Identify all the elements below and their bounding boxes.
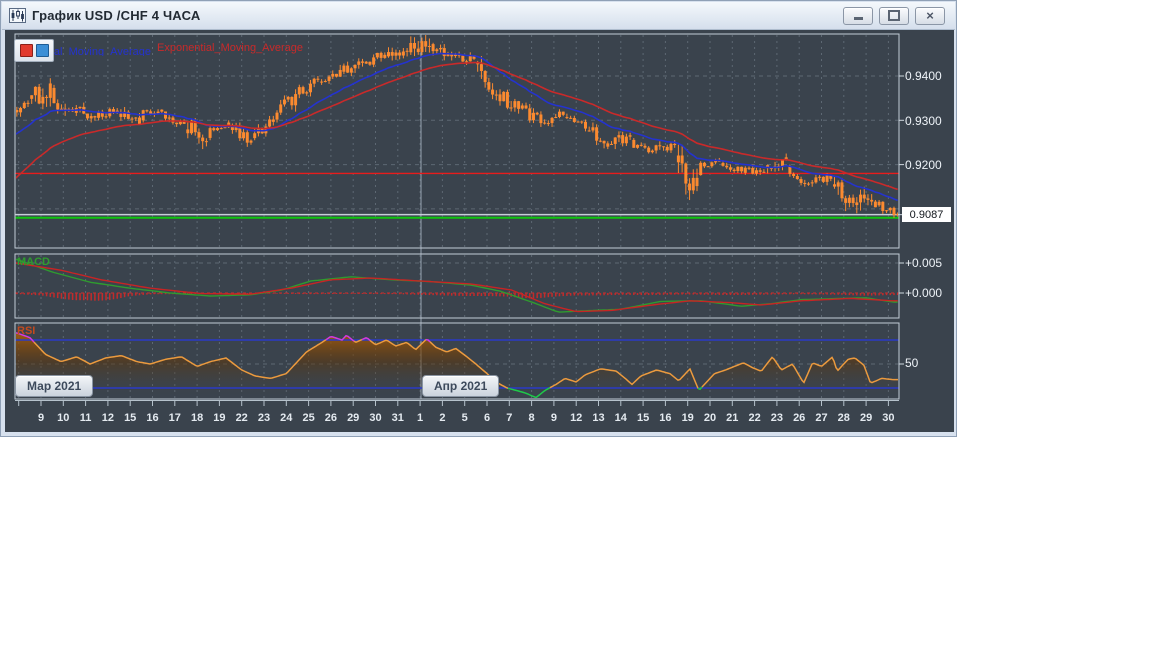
date-label: 13 xyxy=(592,412,605,424)
rsi-tick-50: 50 xyxy=(905,356,919,370)
restore-icon xyxy=(888,10,900,21)
date-label: 30 xyxy=(369,412,382,424)
chart-client-area xyxy=(5,29,954,432)
date-label: 2 xyxy=(439,412,446,424)
date-label: 20 xyxy=(703,412,717,424)
date-label: 12 xyxy=(101,412,115,424)
date-label: 9 xyxy=(37,412,45,424)
indicator-red-chip[interactable] xyxy=(19,44,33,57)
date-label: 14 xyxy=(614,412,627,424)
macd-tick-0000: +0.000 xyxy=(905,286,943,300)
date-label: 24 xyxy=(280,412,293,424)
legend-ema-blue: Exponential_Moving_Average xyxy=(51,46,151,56)
close-button[interactable]: × xyxy=(915,6,945,25)
date-label: 23 xyxy=(770,412,784,424)
date-label: 19 xyxy=(681,412,694,424)
date-label: 21 xyxy=(726,412,739,424)
date-label: 6 xyxy=(483,412,491,424)
date-label: 29 xyxy=(859,412,873,424)
date-label: 17 xyxy=(168,412,181,424)
date-label: 23 xyxy=(257,412,271,424)
indicator-buttons[interactable] xyxy=(14,39,54,62)
date-label: 5 xyxy=(461,412,468,424)
date-label: 1 xyxy=(417,412,424,424)
legend-ema-blue-wrap: Exponential_Moving_Average xyxy=(51,42,154,56)
date-label: 29 xyxy=(347,412,360,424)
candlestick-chart-icon xyxy=(9,8,26,23)
date-label: 26 xyxy=(324,412,338,424)
date-label: 28 xyxy=(837,412,850,424)
chart-window: График USD /CHF 4 ЧАСА × Exponential_Mov… xyxy=(0,0,957,437)
price-tick-09400: 0.9400 xyxy=(905,69,942,83)
date-label: 7 xyxy=(506,412,513,424)
date-label: 15 xyxy=(124,412,137,424)
date-label: 19 xyxy=(213,412,226,424)
macd-tick-0005: +0.005 xyxy=(905,256,943,270)
macd-label: MACD xyxy=(17,256,50,268)
rsi-label: RSI xyxy=(17,325,36,337)
date-label: 8 xyxy=(528,412,535,424)
date-label: 12 xyxy=(570,412,583,424)
date-label: 25 xyxy=(302,412,315,424)
window-title: График USD /CHF 4 ЧАСА xyxy=(32,8,201,23)
date-label: 10 xyxy=(57,412,70,424)
current-price-badge: 0.9087 xyxy=(902,207,951,222)
date-axis[interactable]: 9 10 11 12 15 16 17 18 19 22 23 24 25 26 29 30 31 1 2 5 6 7 8 9… xyxy=(1,412,958,426)
date-label: 30 xyxy=(882,412,895,424)
month-button-march[interactable]: Мар 2021 xyxy=(15,375,94,397)
date-label: 22 xyxy=(748,412,761,424)
date-label: 22 xyxy=(235,412,248,424)
restore-button[interactable] xyxy=(879,6,909,25)
price-tick-09200: 0.9200 xyxy=(905,158,942,172)
price-tick-09300: 0.9300 xyxy=(905,114,942,128)
date-label: 9 xyxy=(550,412,557,424)
minimize-icon xyxy=(853,17,863,20)
date-label: 15 xyxy=(636,412,650,424)
legend-ema-red: Exponential_Moving_Average xyxy=(157,42,303,54)
close-icon: × xyxy=(926,7,934,23)
date-label: 11 xyxy=(79,412,92,424)
date-label: 31 xyxy=(391,412,404,424)
date-label: 26 xyxy=(793,412,806,424)
date-label: 16 xyxy=(146,412,159,424)
minimize-button[interactable] xyxy=(843,6,873,25)
month-button-april[interactable]: Апр 2021 xyxy=(422,375,500,397)
date-label: 18 xyxy=(190,412,204,424)
window-titlebar[interactable]: График USD /CHF 4 ЧАСА × xyxy=(2,2,955,30)
date-label: 16 xyxy=(659,412,672,424)
date-label: 27 xyxy=(815,412,828,424)
indicator-blue-chip[interactable] xyxy=(35,44,49,57)
